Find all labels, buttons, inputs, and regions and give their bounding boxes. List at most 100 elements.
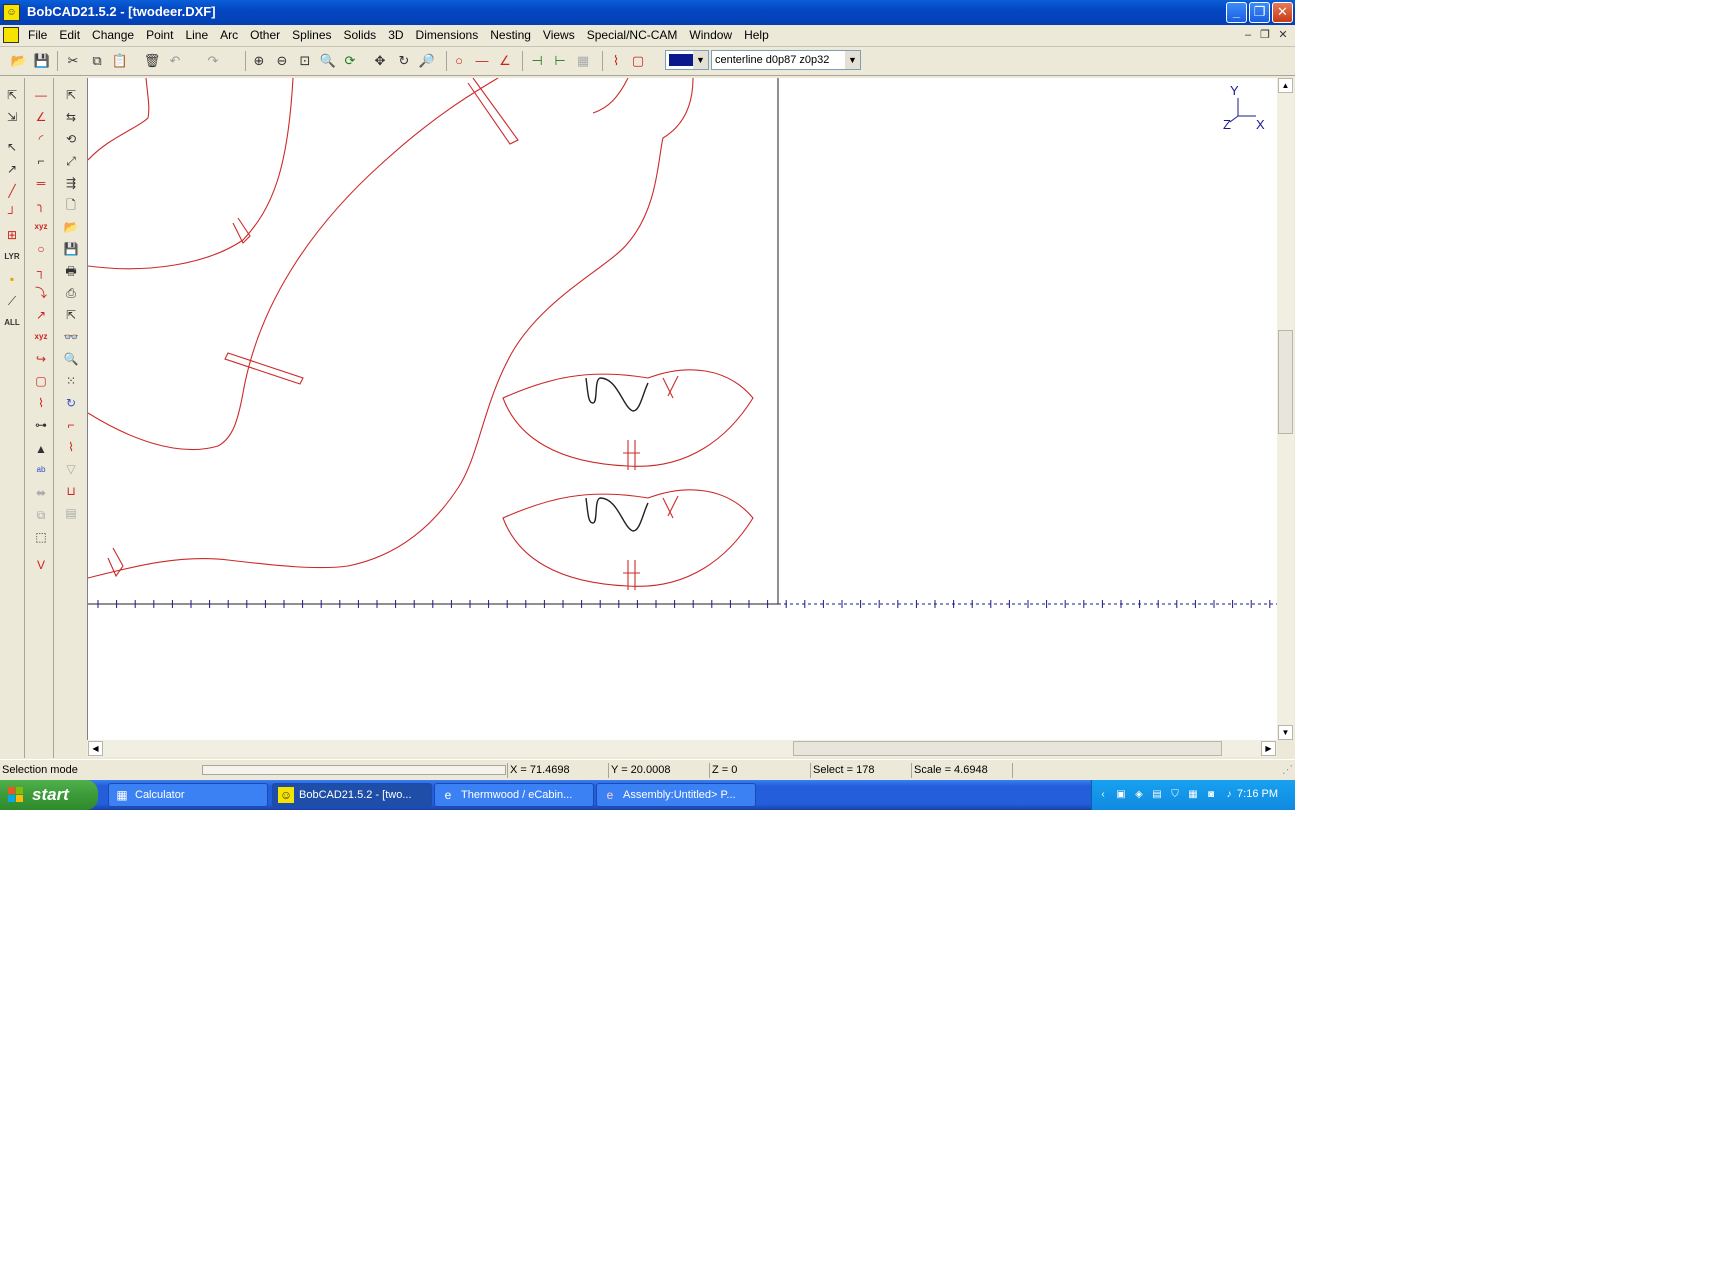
redo-icon[interactable]: ↷ [204,52,222,70]
minimize-button[interactable]: _ [1226,2,1247,23]
zoom-out-icon[interactable]: ⊖ [273,52,291,70]
select-multi-icon[interactable]: ⇲ [3,108,21,126]
pocket-icon[interactable]: ⊔ [62,482,80,500]
draw-arc-icon[interactable]: ◜ [32,130,50,148]
pointer-2-icon[interactable]: ↗ [3,160,21,178]
horizontal-scroll-thumb[interactable] [793,741,1222,756]
task-bobcad[interactable]: ☺ BobCAD21.5.2 - [two... [272,783,432,807]
trim-entity-icon[interactable]: ⌇ [32,394,50,412]
menu-window[interactable]: Window [683,28,738,43]
dotted-grid-icon[interactable]: ⁙ [62,372,80,390]
trim-icon[interactable]: ⌇ [607,52,625,70]
xyz-line-icon[interactable]: xyz [32,218,50,236]
rotate-icon[interactable]: ⟲ [62,130,80,148]
menu-special-nc-cam[interactable]: Special/NC-CAM [581,28,684,43]
array-icon[interactable]: ⇶ [62,174,80,192]
scroll-down-icon[interactable]: ▼ [1278,725,1293,740]
new-file-icon[interactable]: 🗋 [62,196,80,214]
tangent-line-icon[interactable]: ↗ [32,306,50,324]
fillet-icon[interactable]: ╮ [32,196,50,214]
grid-icon[interactable]: ▦ [574,52,592,70]
title-bar[interactable]: ☺ BobCAD21.5.2 - [twodeer.DXF] _ ❐ ✕ [0,0,1295,25]
dimension-2-icon[interactable]: ⊢ [551,52,569,70]
zoom-all-icon[interactable]: 🔍 [319,52,337,70]
menu-splines[interactable]: Splines [286,28,337,43]
dimension-icon[interactable]: ⊣ [528,52,546,70]
drawing-canvas[interactable]: Y Z X [87,77,1278,740]
circle-icon[interactable]: ○ [450,52,468,70]
menu-dimensions[interactable]: Dimensions [410,28,485,43]
scroll-right-icon[interactable]: ▶ [1261,741,1276,756]
chevron-down-icon[interactable]: ▼ [693,51,708,69]
drill-icon[interactable]: ▽ [62,460,80,478]
security-icon[interactable]: ⛉ [1168,788,1182,802]
app-icon[interactable]: ☺ [3,4,20,21]
mdi-close-icon[interactable]: ✕ [1276,29,1290,42]
zoom-magnify-icon[interactable]: 🔎 [418,52,436,70]
document-icon[interactable] [3,27,19,43]
chevron-down-icon[interactable]: ▼ [845,51,860,69]
redraw-icon[interactable]: ⟳ [341,52,359,70]
draw-line-icon[interactable]: — [32,86,50,104]
menu-3d[interactable]: 3D [382,28,409,43]
open-folder-icon[interactable]: 📂 [62,218,80,236]
spline-icon[interactable]: ↪ [32,350,50,368]
zigzag-icon[interactable]: ⌇ [62,438,80,456]
move-icon[interactable]: ⬌ [32,484,50,502]
chamfer-icon[interactable]: ⤵ [32,284,50,302]
corner-icon[interactable]: ┐ [32,262,50,280]
transform-icon[interactable]: ⇱ [62,86,80,104]
select-window-icon[interactable]: ⊞ [3,226,21,244]
tray-app-3-icon[interactable]: ▦ [1186,788,1200,802]
draw-circle-icon[interactable]: ○ [32,240,50,258]
menu-line[interactable]: Line [179,28,214,43]
vertical-scroll-thumb[interactable] [1278,330,1293,434]
open-icon[interactable]: 📂 [10,52,28,70]
rotate-view-icon[interactable]: ↻ [395,52,413,70]
scroll-left-icon[interactable]: ◀ [88,741,103,756]
draw-rectangle-icon[interactable]: ▢ [32,372,50,390]
vertical-scrollbar[interactable]: ▲ ▼ [1277,78,1294,740]
post-icon[interactable]: ▤ [62,504,80,522]
print-setup-icon[interactable]: ⎙ [62,284,80,302]
glasses-icon[interactable]: 👓 [62,328,80,346]
layer-selector[interactable]: centerline d0p87 z0p32 ▼ [711,50,861,70]
xyz-point-icon[interactable]: xyz [32,328,50,346]
print-icon[interactable]: 🖶 [62,262,80,280]
color-selector[interactable]: ▼ [665,50,709,70]
inspect-icon[interactable]: 🔍 [62,350,80,368]
select-chain-icon[interactable]: ┘ [3,204,21,222]
paste-icon[interactable]: 📋 [111,52,129,70]
menu-solids[interactable]: Solids [338,28,383,43]
rectangle-icon[interactable]: ▢ [629,52,647,70]
tray-app-2-icon[interactable]: ▤ [1150,788,1164,802]
measure-icon[interactable]: ⇱ [62,306,80,324]
menu-edit[interactable]: Edit [53,28,86,43]
shapes-icon[interactable]: ▲ [32,440,50,458]
maximize-button[interactable]: ❐ [1249,2,1270,23]
save-icon[interactable]: 💾 [33,52,51,70]
start-button[interactable]: start [0,780,98,810]
mirror-icon[interactable]: ⇆ [62,108,80,126]
select-icon[interactable]: ⇱ [3,86,21,104]
pan-icon[interactable]: ✥ [371,52,389,70]
select-line-icon[interactable]: ╱ [3,182,21,200]
3d-box-icon[interactable]: ⬚ [32,528,50,546]
select-all-icon[interactable]: ALL [3,314,21,332]
mdi-minimize-icon[interactable]: – [1241,29,1255,42]
offset-icon[interactable]: ⌐ [32,152,50,170]
task-thermwood[interactable]: e Thermwood / eCabin... [434,783,594,807]
undo-icon[interactable]: ↶ [166,52,184,70]
layer-icon[interactable]: LYR [3,248,21,266]
select-entity-icon[interactable]: ⟋ [3,292,21,310]
tray-expand-icon[interactable]: ‹ [1096,788,1110,802]
break-icon[interactable]: ⊶ [32,416,50,434]
tray-app-4-icon[interactable]: ◙ [1204,788,1218,802]
cut-icon[interactable]: ✂ [64,52,82,70]
zoom-in-icon[interactable]: ⊕ [250,52,268,70]
volume-icon[interactable]: ♪ [1222,788,1236,802]
tray-app-icon[interactable]: ◈ [1132,788,1146,802]
menu-nesting[interactable]: Nesting [484,28,537,43]
task-calculator[interactable]: ▦ Calculator [108,783,268,807]
text-icon[interactable]: ᵃᵇ [32,462,50,480]
